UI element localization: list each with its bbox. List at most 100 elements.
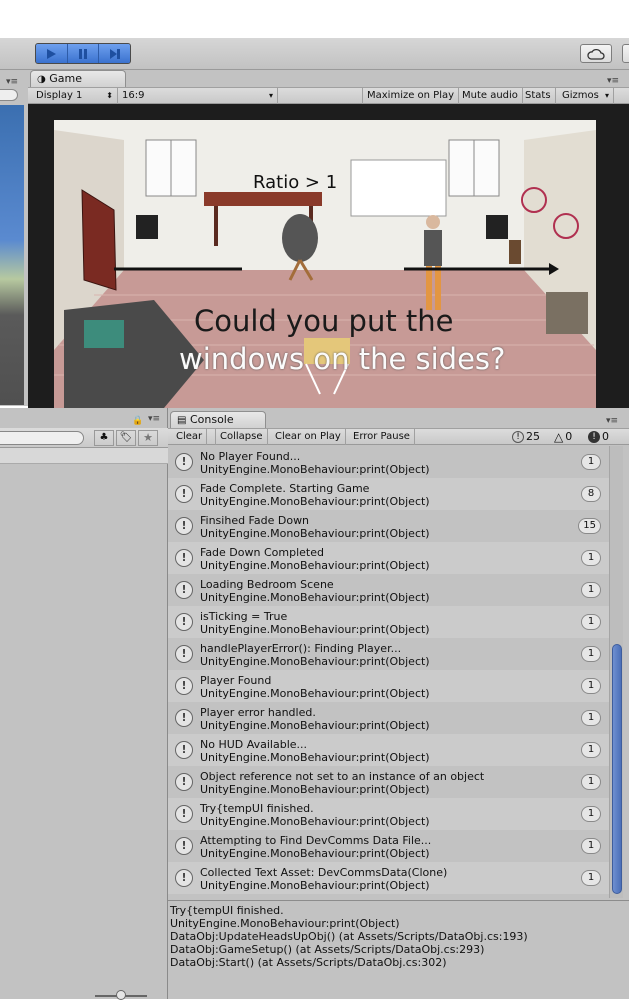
gizmos-dropdown[interactable]: Gizmos ▾	[558, 88, 615, 104]
project-row[interactable]	[0, 448, 168, 464]
log-source: UnityEngine.MonoBehaviour:print(Object)	[200, 591, 430, 604]
aspect-select[interactable]: 16:9 ▾	[118, 88, 278, 104]
collapse-toggle[interactable]: Collapse	[215, 429, 268, 445]
game-tab-label: Game	[49, 72, 82, 85]
game-tab-icon: ◑	[37, 74, 46, 85]
warning-icon: △	[554, 430, 564, 444]
clear-button[interactable]: Clear	[172, 429, 208, 445]
info-icon: !	[175, 677, 193, 695]
stats-toggle[interactable]: Stats	[521, 88, 556, 104]
console-log-entry[interactable]: ! No HUD Available... UnityEngine.MonoBeha…	[168, 734, 609, 766]
console-log-entry[interactable]: ! Loading Bedroom Scene UnityEngine.MonoBe…	[168, 574, 609, 606]
stack-trace-line: DataObj:Start() (at Assets/Scripts/DataO…	[170, 956, 447, 969]
console-detail-pane[interactable]: Try{tempUI finished. UnityEngine.MonoBeha…	[168, 900, 629, 999]
console-log-entry[interactable]: ! handlePlayerError(): Finding Player... U…	[168, 638, 609, 670]
lock-icon[interactable]: 🔒	[132, 416, 143, 426]
console-log-entry[interactable]: ! Attempting to Find DevComms Data File..…	[168, 830, 609, 862]
log-message: Collected Text Asset: DevCommsData(Clone…	[200, 866, 448, 879]
log-count: 25	[526, 430, 540, 443]
log-repeat-count: 1	[581, 454, 601, 470]
game-canvas[interactable]: Ratio > 1 Could you put the windows on t…	[54, 120, 596, 408]
info-icon: !	[175, 837, 193, 855]
panel-menu-icon[interactable]: ▾≡	[606, 416, 618, 426]
panel-menu-icon[interactable]: ▾≡	[148, 414, 160, 424]
account-button[interactable]	[622, 44, 629, 63]
console-log-entry[interactable]: ! Collected Text Asset: DevCommsData(Clon…	[168, 862, 609, 894]
star-icon[interactable]: ★	[138, 430, 158, 446]
info-icon: !	[175, 869, 193, 887]
filter-type-icon[interactable]: ♣	[94, 430, 114, 446]
tab-console[interactable]: ▤ Console	[170, 411, 266, 429]
console-log-entry[interactable]: ! Player Found UnityEngine.MonoBehaviour:p…	[168, 670, 609, 702]
display-select[interactable]: Display 1 ⬍	[32, 88, 118, 104]
log-source: UnityEngine.MonoBehaviour:print(Object)	[200, 655, 430, 668]
console-log-entry[interactable]: ! isTicking = True UnityEngine.MonoBehavio…	[168, 606, 609, 638]
scene-search-field[interactable]	[0, 89, 18, 101]
log-repeat-count: 15	[578, 518, 601, 534]
error-icon: !	[588, 431, 600, 443]
play-button[interactable]	[36, 44, 68, 63]
log-message: Try{tempUI finished.	[200, 802, 314, 815]
log-message: Fade Complete. Starting Game	[200, 482, 370, 495]
console-log-entry[interactable]: ! Player error handled. UnityEngine.MonoBe…	[168, 702, 609, 734]
log-repeat-count: 1	[581, 838, 601, 854]
console-log-entry[interactable]: ! Fade Down Completed UnityEngine.MonoBeha…	[168, 542, 609, 574]
console-scrollbar[interactable]	[609, 446, 623, 898]
log-source: UnityEngine.MonoBehaviour:print(Object)	[200, 719, 430, 732]
log-repeat-count: 1	[581, 870, 601, 886]
log-count-toggle[interactable]: ! 25	[512, 430, 540, 444]
gizmos-label: Gizmos	[562, 90, 599, 101]
log-source: UnityEngine.MonoBehaviour:print(Object)	[200, 527, 430, 540]
panel-menu-icon[interactable]: ▾≡	[6, 77, 18, 87]
cloud-icon	[587, 48, 605, 60]
log-repeat-count: 1	[581, 710, 601, 726]
log-source: UnityEngine.MonoBehaviour:print(Object)	[200, 495, 430, 508]
info-icon: !	[175, 581, 193, 599]
console-log-entry[interactable]: ! Finsihed Fade Down UnityEngine.MonoBehav…	[168, 510, 609, 542]
console-toolbar: Clear Collapse Clear on Play Error Pause…	[168, 428, 629, 445]
dialog-line-2: windows on the sides?	[179, 342, 506, 376]
console-log-entry[interactable]: ! Object reference not set to an instance…	[168, 766, 609, 798]
chevron-down-icon: ▾	[268, 91, 273, 100]
log-message: No Player Found...	[200, 450, 301, 463]
tab-game[interactable]: ◑ Game	[30, 70, 126, 88]
info-icon: !	[175, 773, 193, 791]
log-source: UnityEngine.MonoBehaviour:print(Object)	[200, 783, 430, 796]
play-icon	[47, 48, 57, 59]
pause-button[interactable]	[67, 44, 100, 63]
log-repeat-count: 1	[581, 614, 601, 630]
chevron-down-icon: ▾	[605, 91, 610, 100]
console-scrollbar-thumb[interactable]	[612, 644, 622, 894]
project-search-input[interactable]	[0, 431, 84, 445]
info-icon: !	[175, 549, 193, 567]
log-repeat-count: 8	[581, 486, 601, 502]
cloud-button[interactable]	[580, 44, 612, 63]
console-log-list[interactable]: ! No Player Found... UnityEngine.MonoBehav…	[168, 446, 609, 898]
game-view[interactable]: Ratio > 1 Could you put the windows on t…	[28, 104, 629, 408]
error-count: 0	[602, 430, 609, 443]
select-arrows-icon: ⬍	[106, 91, 113, 100]
tag-icon[interactable]: 🏷	[116, 430, 136, 446]
warning-count-toggle[interactable]: △ 0	[554, 430, 572, 444]
error-pause-toggle[interactable]: Error Pause	[349, 429, 415, 445]
game-toolbar: Display 1 ⬍ 16:9 ▾ Maximize on Play Mute…	[28, 87, 629, 104]
log-source: UnityEngine.MonoBehaviour:print(Object)	[200, 687, 430, 700]
playback-controls	[35, 43, 131, 64]
info-icon: !	[175, 805, 193, 823]
console-log-entry[interactable]: ! Fade Complete. Starting Game UnityEngine…	[168, 478, 609, 510]
panel-menu-icon[interactable]: ▾≡	[607, 76, 619, 86]
log-source: UnityEngine.MonoBehaviour:print(Object)	[200, 847, 430, 860]
log-message: Object reference not set to an instance …	[200, 770, 485, 783]
info-icon: !	[175, 613, 193, 631]
console-log-entry[interactable]: ! No Player Found... UnityEngine.MonoBehav…	[168, 446, 609, 478]
clear-on-play-toggle[interactable]: Clear on Play	[271, 429, 346, 445]
log-source: UnityEngine.MonoBehaviour:print(Object)	[200, 623, 430, 636]
log-repeat-count: 1	[581, 742, 601, 758]
maximize-on-play-toggle[interactable]: Maximize on Play	[362, 88, 460, 104]
error-count-toggle[interactable]: ! 0	[588, 430, 609, 444]
mute-audio-toggle[interactable]: Mute audio	[458, 88, 523, 104]
step-button[interactable]	[99, 44, 130, 63]
log-message: Attempting to Find DevComms Data File...	[200, 834, 432, 847]
console-log-entry[interactable]: ! Try{tempUI finished. UnityEngine.MonoBeh…	[168, 798, 609, 830]
info-icon: !	[175, 645, 193, 663]
